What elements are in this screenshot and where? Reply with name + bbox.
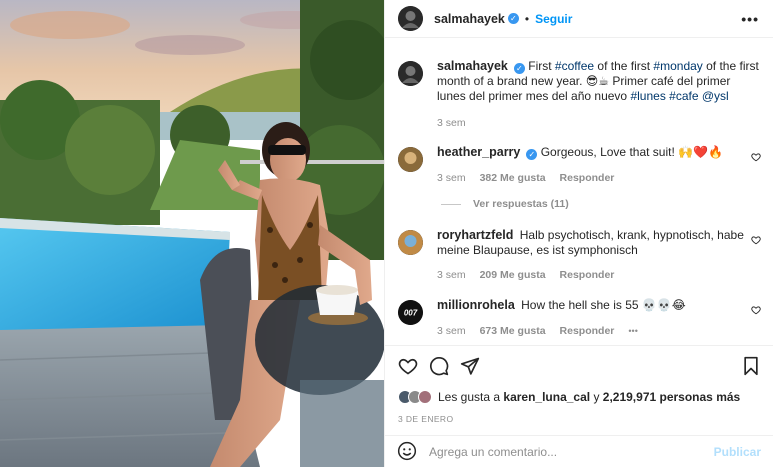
hashtag-link[interactable]: #monday [653,59,702,73]
comment-likes[interactable]: 673 Me gusta [480,325,546,337]
caption-time[interactable]: 3 sem [437,117,466,129]
mention-link[interactable]: @ysl [702,89,729,103]
emoji-icon[interactable] [397,441,417,464]
share-icon[interactable] [460,356,480,379]
verified-icon: ✓ [507,13,519,24]
comments-section: salmahayek ✓ First #coffee of the first #… [385,38,773,345]
replies-divider [441,203,461,205]
comment-likes[interactable]: 209 Me gusta [480,269,546,281]
comment-username[interactable]: millionrohela [437,298,515,312]
comment-like-heart-icon[interactable] [751,305,761,315]
comment-like-heart-icon[interactable] [751,235,761,245]
likes-text: Les gusta a karen_luna_cal y 2,219,971 p… [438,390,740,404]
comment-time[interactable]: 3 sem [437,325,466,337]
hashtag-link[interactable]: #coffee [555,59,594,73]
author-username[interactable]: salmahayek [434,12,505,26]
follow-button[interactable]: Seguir [535,12,572,26]
caption-username[interactable]: salmahayek [437,59,508,73]
commenter-avatar[interactable] [398,147,423,172]
comment-item: 007 millionrohela How the hell she is 55… [398,298,761,338]
verified-icon: ✓ [526,149,538,160]
likes-count[interactable]: 2,219,971 personas más [603,390,740,404]
comment-text: How the hell she is 55 💀💀😂 [521,298,686,312]
comment-username[interactable]: heather_parry [437,145,520,159]
add-comment-bar: Publicar [385,435,773,467]
caption-text: salmahayek ✓ First #coffee of the first #… [437,59,761,103]
post-header: salmahayek ✓ • Seguir ••• [385,0,773,38]
comment-icon[interactable] [429,356,449,379]
likes-mid: y [590,390,603,404]
post-image [0,0,384,467]
verified-icon: ✓ [513,63,525,74]
comment-input[interactable] [429,445,714,459]
caption-meta: 3 sem [437,116,761,131]
reply-button[interactable]: Responder [560,325,615,337]
comment-username[interactable]: roryhartzfeld [437,228,513,242]
comment-likes[interactable]: 382 Me gusta [480,172,546,184]
comment-meta: 3 sem 209 Me gusta Responder [437,268,761,283]
more-options-icon[interactable]: ••• [741,11,759,27]
hashtag-link[interactable]: #cafe [669,89,698,103]
view-replies-label[interactable]: Ver respuestas (11) [473,198,569,210]
action-icons-row [397,356,761,380]
separator-dot: • [524,11,530,26]
comment-time[interactable]: 3 sem [437,269,466,281]
caption-author-avatar[interactable] [398,61,423,86]
heart-icon[interactable] [398,356,418,379]
comment-meta: 3 sem 382 Me gusta Responder [437,171,761,186]
svg-text:007: 007 [404,309,418,318]
comment-text: Gorgeous, Love that suit! 🙌❤️🔥 [540,145,723,159]
reply-button[interactable]: Responder [560,172,615,184]
comment-meta: 3 sem 673 Me gusta Responder ••• [437,324,761,339]
comment-body: roryhartzfeld Halb psychotisch, krank, h… [437,228,761,283]
comment-item: heather_parry ✓ Gorgeous, Love that suit!… [398,145,761,186]
post-actions: Les gusta a karen_luna_cal y 2,219,971 p… [385,345,773,467]
caption: salmahayek ✓ First #coffee of the first #… [398,59,761,131]
likes-summary: Les gusta a karen_luna_cal y 2,219,971 p… [398,390,740,404]
caption-text-part: First [528,59,555,73]
reply-button[interactable]: Responder [560,269,615,281]
post-side-panel: salmahayek ✓ • Seguir ••• salmahayek ✓ Fi… [384,0,773,467]
comment-body: millionrohela How the hell she is 55 💀💀😂… [437,298,761,338]
liker-avatar [418,390,432,404]
caption-text-part: of the first [594,59,654,73]
post-date[interactable]: 3 DE ENERO [398,414,454,424]
comment-item: roryhartzfeld Halb psychotisch, krank, h… [398,228,761,283]
post-photo[interactable] [0,0,384,467]
comment-body: heather_parry ✓ Gorgeous, Love that suit!… [437,145,761,186]
commenter-avatar[interactable]: 007 [398,300,423,325]
comment-more-icon[interactable]: ••• [628,326,637,336]
view-replies-button[interactable]: Ver respuestas (11) [441,198,569,210]
comment-like-heart-icon[interactable] [751,152,761,162]
liker-username[interactable]: karen_luna_cal [503,390,590,404]
hashtag-link[interactable]: #lunes [630,89,665,103]
caption-body: salmahayek ✓ First #coffee of the first #… [437,59,761,131]
publish-button[interactable]: Publicar [714,445,761,459]
bookmark-icon[interactable] [741,356,761,379]
likes-prefix: Les gusta a [438,390,504,404]
commenter-avatar[interactable] [398,230,423,255]
author-avatar[interactable] [398,6,423,31]
instagram-post-view: salmahayek ✓ • Seguir ••• salmahayek ✓ Fi… [0,0,773,467]
comment-time[interactable]: 3 sem [437,172,466,184]
